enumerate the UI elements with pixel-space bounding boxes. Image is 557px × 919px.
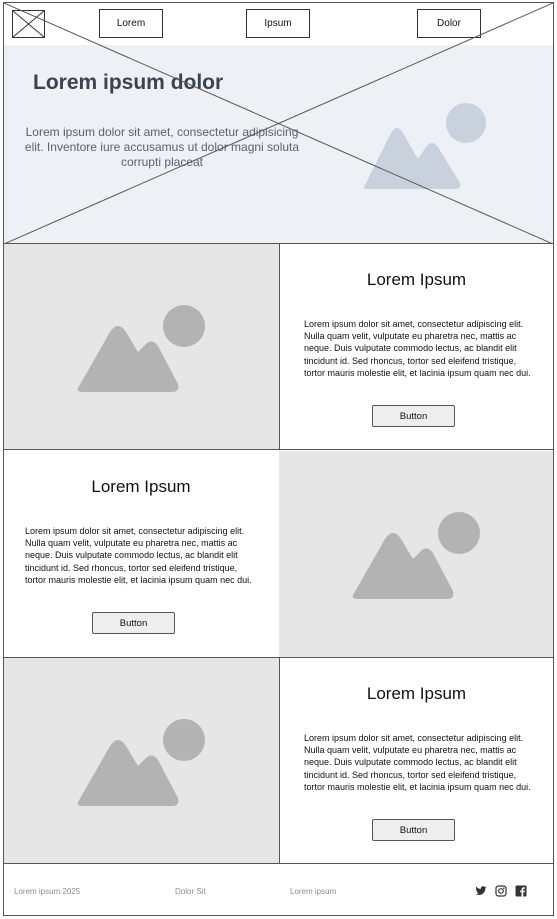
feature-text-1: Lorem Ipsum Lorem ipsum dolor sit amet, … (279, 244, 553, 449)
feature-row-2: Lorem Ipsum Lorem ipsum dolor sit amet, … (4, 451, 553, 658)
logo-placeholder-icon[interactable] (12, 10, 45, 38)
feature-button[interactable]: Button (92, 612, 175, 634)
feature-image-2 (279, 451, 553, 657)
footer-link-lorem-ipsum[interactable]: Lorem ipsum (290, 887, 336, 896)
feature-image-1 (4, 244, 279, 449)
feature-text-2: Lorem Ipsum Lorem ipsum dolor sit amet, … (4, 451, 278, 657)
feature-button[interactable]: Button (372, 819, 455, 841)
feature-body: Lorem ipsum dolor sit amet, consectetur … (304, 319, 531, 378)
hero-section: Lorem ipsum dolor Lorem ipsum dolor sit … (4, 45, 553, 244)
feature-row-3: Lorem Ipsum Lorem ipsum dolor sit amet, … (4, 658, 553, 864)
instagram-icon[interactable] (495, 885, 507, 897)
nav-link-ipsum[interactable]: Ipsum (246, 9, 310, 38)
facebook-icon[interactable] (515, 885, 527, 897)
feature-body: Lorem ipsum dolor sit amet, consectetur … (304, 733, 531, 792)
nav-link-lorem[interactable]: Lorem (99, 9, 163, 38)
feature-row-1: Lorem Ipsum Lorem ipsum dolor sit amet, … (4, 244, 553, 450)
page-frame: Lorem Ipsum Dolor Lorem ipsum dolor Lore… (3, 2, 554, 916)
feature-button[interactable]: Button (372, 405, 455, 427)
feature-title: Lorem Ipsum (366, 270, 467, 289)
hero-text: Lorem ipsum dolor sit amet, consectetur … (24, 125, 300, 169)
footer-link-dolor-sit[interactable]: Dolor Sit (175, 887, 206, 896)
header: Lorem Ipsum Dolor (4, 3, 553, 45)
nav-link-dolor[interactable]: Dolor (417, 9, 481, 38)
image-placeholder-icon (352, 512, 480, 599)
feature-title: Lorem Ipsum (366, 684, 467, 703)
feature-body: Lorem ipsum dolor sit amet, consectetur … (25, 526, 252, 585)
footer: Lorem ipsum 2025 Dolor Sit Lorem ipsum (4, 865, 553, 915)
feature-text-3: Lorem Ipsum Lorem ipsum dolor sit amet, … (279, 658, 553, 863)
image-placeholder-icon (77, 305, 205, 392)
footer-copyright: Lorem ipsum 2025 (14, 887, 81, 896)
image-placeholder-icon (77, 719, 205, 806)
feature-image-3 (4, 658, 279, 863)
twitter-icon[interactable] (475, 885, 487, 897)
hero-title: Lorem ipsum dolor (33, 71, 224, 94)
image-placeholder-icon (363, 103, 486, 189)
feature-title: Lorem Ipsum (91, 477, 191, 496)
